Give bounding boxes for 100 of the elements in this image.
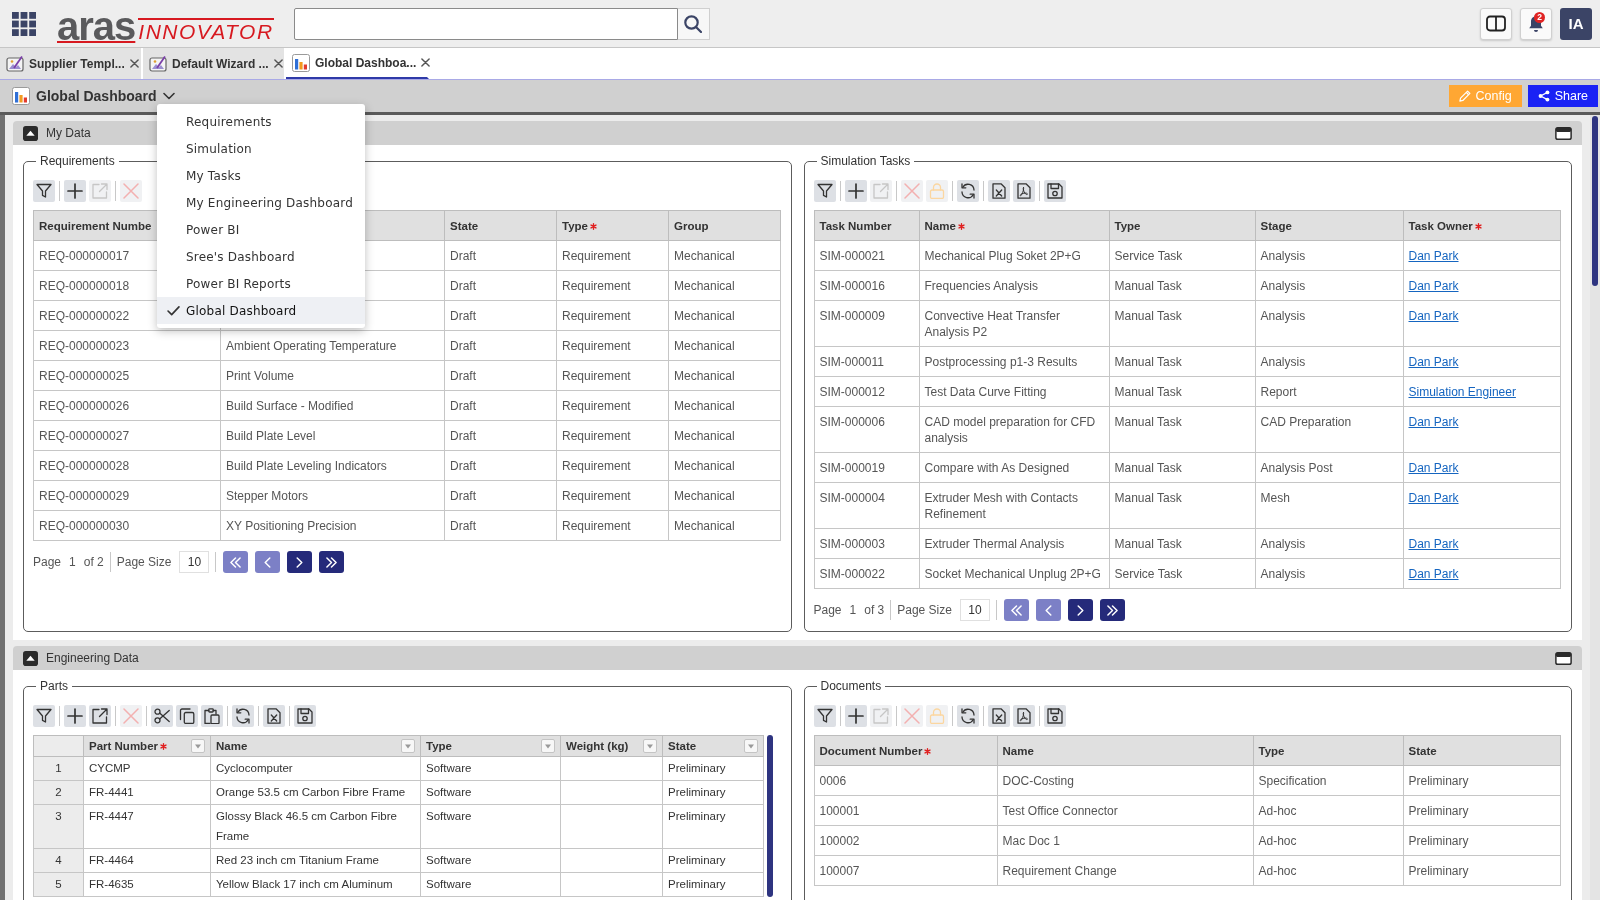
column-header[interactable]: Name (919, 210, 1109, 241)
column-header[interactable]: State (1403, 735, 1560, 766)
close-icon[interactable] (273, 59, 283, 68)
dropdown-icon[interactable] (744, 739, 758, 753)
owner-link[interactable]: Dan Park (1408, 249, 1459, 263)
owner-link[interactable]: Dan Park (1408, 491, 1459, 505)
column-header[interactable]: Document Number (814, 735, 997, 766)
clipboard-icon (204, 708, 220, 724)
table-cell: CAD Preparation (1255, 406, 1403, 453)
copy-button[interactable] (176, 705, 198, 727)
table-cell: FR-4464 (83, 848, 211, 873)
export-excel-button[interactable] (987, 705, 1010, 727)
menu-item[interactable]: Global Dashboard (157, 297, 365, 324)
close-icon[interactable] (129, 59, 139, 68)
window-icon[interactable] (1555, 126, 1572, 140)
owner-link[interactable]: Dan Park (1408, 415, 1459, 429)
table-cell: Mac Doc 1 (997, 825, 1253, 856)
dropdown-icon[interactable] (541, 739, 555, 753)
owner-link[interactable]: Dan Park (1408, 355, 1459, 369)
page-count: of 3 (864, 603, 885, 617)
scrollbar-track[interactable] (1590, 115, 1600, 900)
column-header[interactable]: Type (556, 210, 669, 241)
column-header[interactable]: Weight (kg) (560, 735, 663, 757)
table-cell: Build Surface - Modified (220, 390, 445, 421)
column-header[interactable]: State (444, 210, 557, 241)
dashboard-selector[interactable]: Global Dashboard (12, 87, 175, 105)
tab[interactable]: Default Wizard ... (143, 48, 286, 79)
save-button[interactable] (1043, 180, 1066, 202)
add-button[interactable] (844, 705, 867, 727)
refresh-button[interactable] (956, 180, 979, 202)
owner-link[interactable]: Dan Park (1408, 537, 1459, 551)
edit-button[interactable] (89, 705, 111, 727)
save-button[interactable] (294, 705, 316, 727)
owner-link[interactable]: Dan Park (1408, 567, 1459, 581)
column-header[interactable]: Stage (1255, 210, 1403, 241)
last-page-button[interactable] (1099, 599, 1125, 621)
owner-link[interactable]: Dan Park (1408, 279, 1459, 293)
menu-item[interactable]: My Tasks (157, 162, 365, 189)
cut-button[interactable] (151, 705, 173, 727)
split-view-button[interactable] (1480, 7, 1512, 40)
search-field[interactable] (293, 7, 678, 40)
column-header[interactable]: Type (1253, 735, 1403, 766)
export-excel-button[interactable] (263, 705, 285, 727)
search-button[interactable] (677, 7, 710, 40)
owner-link[interactable]: Simulation Engineer (1408, 385, 1516, 399)
column-header[interactable]: Type (420, 735, 561, 757)
table-cell: Socket Mechanical Unplug 2P+G (919, 558, 1109, 589)
scrollbar-thumb[interactable] (1592, 116, 1598, 286)
column-header[interactable]: Task Owner (1403, 210, 1560, 241)
export-pdf-button[interactable] (1012, 180, 1035, 202)
dropdown-icon[interactable] (643, 739, 657, 753)
column-header[interactable]: Task Number (814, 210, 919, 241)
scrollbar-thumb[interactable] (767, 735, 773, 897)
menu-item[interactable]: Simulation (157, 135, 365, 162)
share-button[interactable]: Share (1527, 85, 1598, 107)
refresh-button[interactable] (956, 705, 979, 727)
filter-button[interactable] (813, 705, 836, 727)
export-excel-button[interactable] (987, 180, 1010, 202)
next-page-button[interactable] (1067, 599, 1093, 621)
collapse-icon[interactable] (23, 650, 38, 666)
paste-button[interactable] (201, 705, 223, 727)
filter-button[interactable] (813, 180, 836, 202)
close-icon[interactable] (421, 58, 431, 67)
add-button[interactable] (844, 180, 867, 202)
export-pdf-button[interactable] (1012, 705, 1035, 727)
table-cell: Analysis (1255, 528, 1403, 559)
add-button[interactable] (64, 705, 86, 727)
column-header[interactable]: Part Number (83, 735, 211, 757)
window-icon[interactable] (1555, 651, 1572, 665)
collapse-icon[interactable] (23, 125, 38, 141)
dropdown-icon[interactable] (191, 739, 205, 753)
owner-link[interactable]: Dan Park (1408, 461, 1459, 475)
add-button[interactable] (64, 180, 86, 202)
app-grid-icon[interactable] (12, 11, 36, 36)
avatar-button[interactable]: IA (1560, 7, 1592, 40)
column-header[interactable]: State (662, 735, 764, 757)
last-page-button[interactable] (319, 551, 345, 573)
filter-button[interactable] (33, 705, 55, 727)
column-header[interactable]: Group (668, 210, 781, 241)
tab[interactable]: Supplier Templ... (0, 48, 143, 79)
next-page-button[interactable] (287, 551, 313, 573)
owner-link[interactable]: Dan Park (1408, 309, 1459, 323)
column-header[interactable]: Type (1109, 210, 1255, 241)
filter-button[interactable] (33, 180, 55, 202)
x-mark-icon (903, 708, 920, 724)
refresh-icon (959, 708, 976, 724)
refresh-button[interactable] (232, 705, 254, 727)
notifications-button[interactable]: 2 (1520, 7, 1552, 40)
column-header[interactable]: Name (210, 735, 421, 757)
column-header[interactable]: Name (997, 735, 1253, 766)
document-x-icon (990, 708, 1007, 724)
page-size-field[interactable]: 10 (179, 551, 210, 573)
menu-item[interactable]: Requirements (157, 108, 365, 135)
table-cell: Ad-hoc (1253, 855, 1403, 886)
page-size-field[interactable]: 10 (959, 599, 990, 621)
plus-icon (67, 708, 83, 724)
row-number: 4 (33, 848, 84, 873)
panel-title: Requirements (39, 154, 116, 168)
dropdown-icon[interactable] (401, 739, 415, 753)
save-button[interactable] (1043, 705, 1066, 727)
